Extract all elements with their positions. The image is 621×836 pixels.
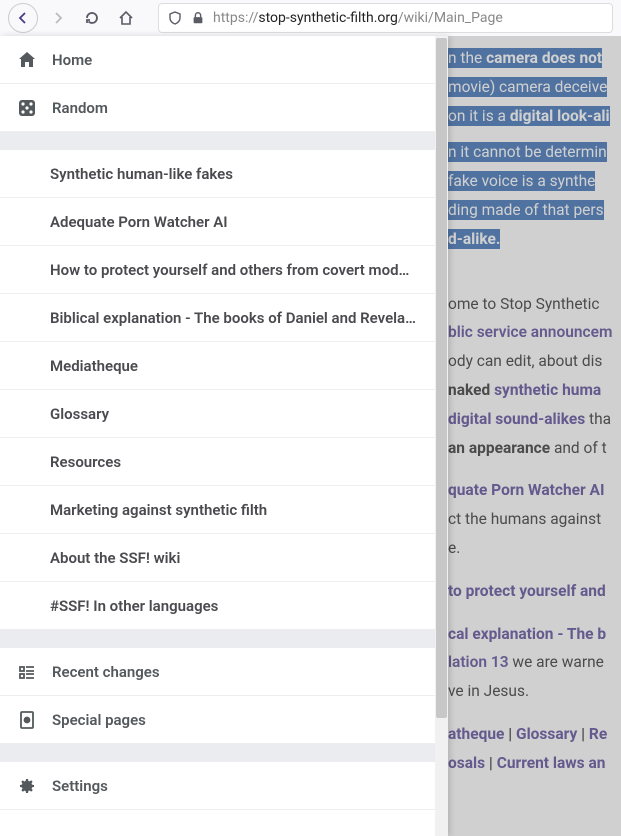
section-divider xyxy=(0,132,448,150)
nav-label: Home xyxy=(52,51,92,69)
url-text: https://stop-synthetic-filth.org/wiki/Ma… xyxy=(213,10,503,26)
scrollbar-thumb[interactable] xyxy=(436,38,447,718)
nav-recent-changes[interactable]: Recent changes xyxy=(0,648,448,696)
dice-icon xyxy=(16,97,38,119)
nav-sub-item[interactable]: About the SSF! wiki xyxy=(0,534,448,582)
navigation-drawer: Home Random Synthetic human-like fakes A… xyxy=(0,36,448,836)
link[interactable]: osals xyxy=(448,754,485,772)
home-icon xyxy=(118,10,134,26)
scrollbar[interactable] xyxy=(435,36,448,836)
url-bar[interactable]: https://stop-synthetic-filth.org/wiki/Ma… xyxy=(158,3,613,33)
nav-home[interactable]: Home xyxy=(0,36,448,84)
gear-icon xyxy=(16,775,38,797)
nav-sub-item[interactable]: Marketing against synthetic filth xyxy=(0,486,448,534)
reload-button[interactable] xyxy=(78,4,106,32)
nav-settings[interactable]: Settings xyxy=(0,762,448,810)
special-icon xyxy=(16,709,38,731)
home-icon xyxy=(16,49,38,71)
nav-sub-item[interactable]: Biblical explanation - The books of Dani… xyxy=(0,294,448,342)
arrow-right-icon xyxy=(50,10,66,26)
reload-icon xyxy=(84,10,100,26)
back-button[interactable] xyxy=(8,3,38,33)
highlighted-text: n the camera does not xyxy=(448,48,602,68)
link[interactable]: to protect yourself and xyxy=(448,582,606,600)
recent-icon xyxy=(16,661,38,683)
nav-sub-item[interactable]: Resources xyxy=(0,438,448,486)
home-button[interactable] xyxy=(112,4,140,32)
shield-icon xyxy=(167,10,183,26)
section-divider xyxy=(0,630,448,648)
nav-sub-item[interactable]: Synthetic human-like fakes xyxy=(0,150,448,198)
link[interactable]: blic service announcem xyxy=(448,323,612,341)
nav-random[interactable]: Random xyxy=(0,84,448,132)
nav-sub-item[interactable]: Adequate Porn Watcher AI xyxy=(0,198,448,246)
nav-label: Settings xyxy=(52,777,108,795)
link[interactable]: Current laws an xyxy=(497,754,606,772)
nav-label: Random xyxy=(52,99,108,117)
section-divider xyxy=(0,744,448,762)
link[interactable]: lation 13 xyxy=(448,653,509,671)
nav-sub-item[interactable]: Glossary xyxy=(0,390,448,438)
forward-button[interactable] xyxy=(44,4,72,32)
browser-toolbar: https://stop-synthetic-filth.org/wiki/Ma… xyxy=(0,0,621,36)
link[interactable]: Re xyxy=(589,725,607,743)
lock-icon xyxy=(191,11,205,25)
nav-label: Recent changes xyxy=(52,663,160,681)
nav-sub-item[interactable]: #SSF! In other languages xyxy=(0,582,448,630)
nav-special-pages[interactable]: Special pages xyxy=(0,696,448,744)
nav-label: Special pages xyxy=(52,711,146,729)
arrow-left-icon xyxy=(15,10,31,26)
link[interactable]: Glossary xyxy=(516,725,577,743)
link[interactable]: quate Porn Watcher AI xyxy=(448,481,605,499)
link[interactable]: synthetic huma xyxy=(494,381,601,399)
nav-sub-item[interactable]: Mediatheque xyxy=(0,342,448,390)
link[interactable]: cal explanation - The b xyxy=(448,625,606,643)
nav-sub-item[interactable]: How to protect yourself and others from … xyxy=(0,246,448,294)
link[interactable]: digital sound-alikes xyxy=(448,410,585,428)
link[interactable]: atheque xyxy=(448,725,504,743)
